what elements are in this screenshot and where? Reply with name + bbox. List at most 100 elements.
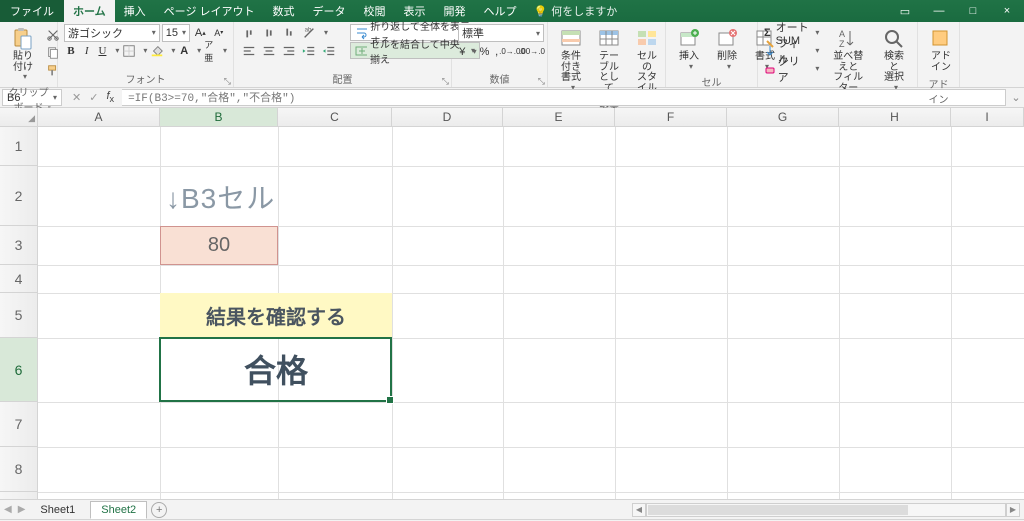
cell-styles-label: セルの スタイル — [635, 52, 659, 94]
tab-help[interactable]: ヘルプ — [475, 0, 526, 22]
font-name-combo[interactable]: 游ゴシック▾ — [64, 24, 160, 42]
dialog-launcher-icon[interactable]: ⤡ — [538, 76, 545, 87]
number-format-value: 標準 — [462, 25, 484, 41]
col-header-C[interactable]: C — [278, 108, 392, 126]
chevron-down-icon[interactable]: ▾ — [139, 46, 147, 55]
col-header-I[interactable]: I — [951, 108, 1024, 126]
hscroll-track[interactable] — [646, 503, 1006, 517]
cell-B2[interactable]: ↓B3セル — [166, 177, 275, 217]
conditional-format-button[interactable]: 条件付き 書式▾ — [554, 24, 588, 95]
hscroll-right[interactable]: ▶ — [1006, 503, 1020, 517]
sheet-nav-prev[interactable]: ◀ — [4, 504, 12, 515]
phonetic-button[interactable]: ア亜 — [203, 42, 217, 59]
tab-insert[interactable]: 挿入 — [115, 0, 155, 22]
ribbon-collapse-icon[interactable]: ▭ — [888, 0, 922, 22]
cell-B5C5-merged[interactable]: 結果を確認する — [160, 293, 392, 338]
paste-button[interactable]: 貼り付け▾ — [6, 24, 40, 84]
insert-cells-label: 挿入 — [679, 52, 699, 63]
tab-formulas[interactable]: 数式 — [264, 0, 304, 22]
delete-cells-label: 削除 — [717, 52, 737, 63]
decrease-indent-button[interactable] — [300, 42, 318, 59]
window-minimize[interactable]: — — [922, 0, 956, 22]
dialog-launcher-icon[interactable]: ⤡ — [442, 76, 449, 87]
row-header-8[interactable]: 8 — [0, 447, 37, 492]
borders-button[interactable] — [121, 42, 137, 59]
enter-formula-button[interactable]: ✓ — [89, 91, 98, 104]
fill-color-button[interactable] — [149, 42, 165, 59]
row-header-4[interactable]: 4 — [0, 265, 37, 293]
row-header-1[interactable]: 1 — [0, 127, 37, 166]
chevron-down-icon: ▾ — [811, 46, 819, 55]
cell-B3[interactable]: 80 — [160, 226, 278, 265]
row-header-3[interactable]: 3 — [0, 226, 37, 265]
font-size-combo[interactable]: 15▾ — [162, 24, 190, 42]
col-header-B[interactable]: B — [160, 108, 278, 126]
underline-button[interactable]: U — [96, 42, 110, 59]
dialog-launcher-icon[interactable]: ⤡ — [224, 76, 231, 87]
chevron-down-icon[interactable]: ▾ — [111, 46, 119, 55]
tab-file[interactable]: ファイル — [0, 0, 64, 22]
add-sheet-button[interactable]: + — [151, 502, 167, 518]
italic-button[interactable]: I — [80, 42, 94, 59]
chevron-down-icon: ▾ — [532, 29, 540, 38]
hscroll-thumb[interactable] — [648, 505, 908, 515]
decrease-decimal-button[interactable]: .00→.0 — [523, 43, 541, 60]
align-right-button[interactable] — [280, 42, 298, 59]
addins-button[interactable]: アド イン — [924, 24, 958, 76]
sheet-tab-2[interactable]: Sheet2 — [90, 501, 147, 519]
col-header-A[interactable]: A — [38, 108, 160, 126]
number-format-combo[interactable]: 標準 ▾ — [458, 24, 544, 42]
row-header-7[interactable]: 7 — [0, 402, 37, 447]
percent-button[interactable]: % — [479, 43, 491, 60]
delete-cells-button[interactable]: 削除▾ — [710, 24, 744, 74]
hscroll-left[interactable]: ◀ — [632, 503, 646, 517]
chevron-down-icon[interactable]: ▾ — [320, 28, 328, 37]
eraser-icon — [764, 63, 776, 75]
cancel-formula-button[interactable]: ✕ — [72, 91, 81, 104]
paste-label: 貼り付け — [11, 52, 35, 73]
cells-group-label: セル — [672, 74, 751, 90]
window-maximize[interactable]: □ — [956, 0, 990, 22]
chevron-down-icon[interactable]: ▾ — [469, 47, 477, 56]
bold-button[interactable]: B — [64, 42, 78, 59]
col-header-F[interactable]: F — [615, 108, 727, 126]
align-center-button[interactable] — [260, 42, 278, 59]
insert-function-button[interactable]: fx — [106, 90, 114, 104]
tab-home[interactable]: ホーム — [64, 0, 115, 22]
row-header-5[interactable]: 5 — [0, 293, 37, 338]
font-size-value: 15 — [166, 27, 178, 39]
tab-page-layout[interactable]: ページ レイアウト — [155, 0, 264, 22]
align-middle-button[interactable] — [260, 24, 278, 41]
expand-formula-bar-icon[interactable]: ⌄ — [1008, 88, 1024, 107]
chevron-down-icon[interactable]: ▾ — [167, 46, 175, 55]
sheet-tab-1[interactable]: Sheet1 — [29, 501, 86, 519]
cells-canvas[interactable]: ↓B3セル 80 結果を確認する 合格 — [38, 127, 1024, 499]
align-left-button[interactable] — [240, 42, 258, 59]
row-header-2[interactable]: 2 — [0, 166, 37, 226]
cell-B6C6-merged[interactable]: 合格 — [160, 338, 392, 402]
row-header-6[interactable]: 6 — [0, 338, 37, 402]
col-header-G[interactable]: G — [727, 108, 839, 126]
tell-me-search[interactable]: 💡 何をしますか — [526, 0, 626, 22]
accounting-format-button[interactable]: ¥ — [458, 43, 467, 60]
col-header-H[interactable]: H — [839, 108, 951, 126]
chevron-down-icon[interactable]: ▾ — [193, 46, 201, 55]
clear-button[interactable]: クリア▾ — [764, 60, 819, 77]
font-color-button[interactable]: A — [177, 42, 191, 59]
col-header-E[interactable]: E — [503, 108, 615, 126]
align-top-button[interactable] — [240, 24, 258, 41]
insert-cells-button[interactable]: 挿入▾ — [672, 24, 706, 74]
increase-indent-button[interactable] — [320, 42, 338, 59]
orientation-button[interactable]: ab — [300, 24, 318, 41]
align-bottom-button[interactable] — [280, 24, 298, 41]
tab-data[interactable]: データ — [304, 0, 355, 22]
col-header-D[interactable]: D — [392, 108, 503, 126]
select-all-corner[interactable]: ◢ — [0, 108, 38, 126]
horizontal-scrollbar[interactable]: ◀ ▶ — [632, 503, 1020, 517]
chevron-down-icon: ▾ — [811, 64, 819, 73]
formula-input[interactable]: =IF(B3>=70,"合格","不合格") — [122, 89, 1006, 106]
find-select-button[interactable]: 検索と 選択▾ — [877, 24, 911, 95]
sheet-nav-next[interactable]: ▶ — [18, 504, 26, 515]
chevron-down-icon[interactable]: ▾ — [219, 46, 227, 55]
window-close[interactable]: × — [990, 0, 1024, 22]
